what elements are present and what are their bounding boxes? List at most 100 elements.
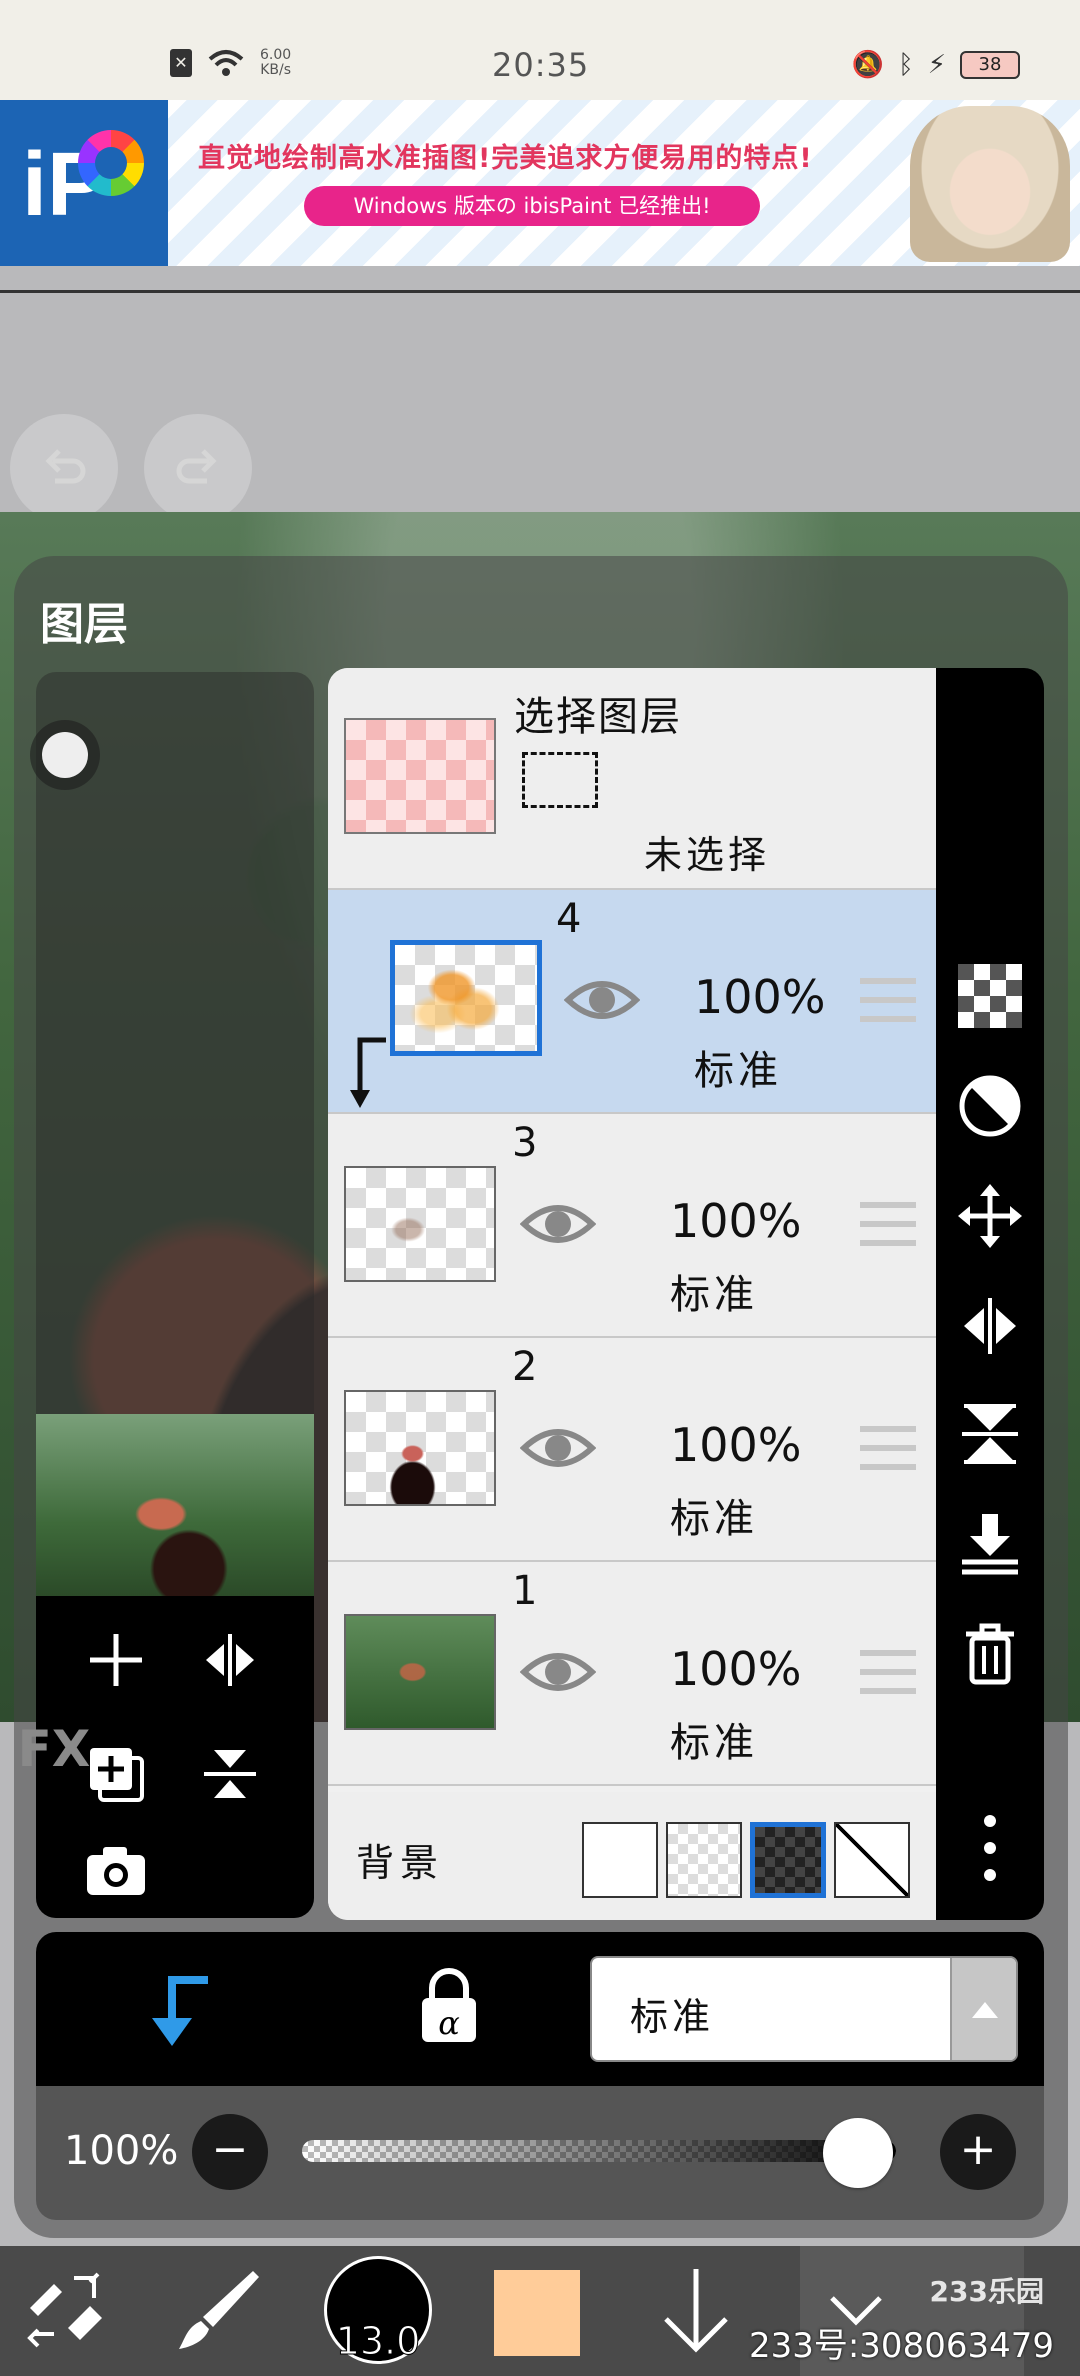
panel-toggle-button[interactable] <box>42 732 88 778</box>
arrow-down-icon <box>664 2269 728 2353</box>
more-icon <box>984 1815 996 1881</box>
visibility-eye-icon[interactable] <box>520 1186 596 1262</box>
brush-size-indicator[interactable]: 13.0 <box>324 2256 432 2364</box>
ad-banner[interactable]: iP 直觉地绘制高水准插图!完美追求方便易用的特点! Windows 版本の i… <box>0 100 1080 266</box>
bluetooth-icon: ᛒ <box>898 50 914 80</box>
banner-divider <box>0 290 1080 293</box>
redo-icon <box>176 449 217 484</box>
plus-icon <box>90 1634 142 1686</box>
merge-down-icon <box>962 1514 1018 1575</box>
canvas-preview-thumbnail[interactable] <box>36 1414 314 1596</box>
duplicate-icon <box>90 1748 144 1802</box>
merge-down-button[interactable] <box>950 1504 1030 1584</box>
status-right: 🔕 ᛒ ⚡ 38 <box>852 50 1020 80</box>
add-layer-button[interactable] <box>76 1620 156 1700</box>
selection-layer-thumbnail <box>344 718 496 834</box>
clipping-button[interactable] <box>144 1970 214 2050</box>
delete-layer-button[interactable] <box>950 1614 1030 1694</box>
layer-right-toolbar <box>936 668 1044 1920</box>
opacity-decrease-button[interactable]: − <box>192 2114 268 2190</box>
transparency-button[interactable] <box>950 956 1030 1036</box>
brush-tool-button[interactable] <box>168 2260 268 2360</box>
layer-thumbnail[interactable] <box>344 1614 496 1730</box>
svg-text:α: α <box>438 2004 460 2042</box>
charging-icon: ⚡ <box>927 50 946 80</box>
layer-number: 1 <box>512 1568 538 1614</box>
layer-row-3[interactable]: 3 100% 标准 <box>328 1114 936 1338</box>
camera-icon <box>87 1847 145 1895</box>
drag-handle-icon[interactable] <box>860 1426 916 1470</box>
flip-horizontal-icon <box>206 1634 254 1686</box>
checker-icon <box>958 964 1022 1028</box>
layer-thumbnail[interactable] <box>390 940 542 1056</box>
opacity-label: 100% <box>64 2128 179 2174</box>
layer-opacity: 100% <box>694 970 826 1024</box>
flip-layer-vertical-button[interactable] <box>190 1734 270 1814</box>
fx-button[interactable]: FX <box>14 1720 94 1778</box>
mute-icon: 🔕 <box>851 50 885 80</box>
invert-button[interactable] <box>950 1066 1030 1146</box>
flip-layer-horizontal-button[interactable] <box>190 1620 270 1700</box>
camera-import-button[interactable] <box>76 1830 156 1910</box>
layer-row-4[interactable]: 4 100% 标准 <box>328 890 936 1114</box>
background-none-option[interactable] <box>834 1822 910 1898</box>
brush-size-value: 13.0 <box>335 2319 421 2364</box>
move-icon <box>958 1184 1022 1248</box>
layer-number: 4 <box>556 896 582 942</box>
layer-blend-mode: 标准 <box>670 1720 758 1766</box>
drag-handle-icon[interactable] <box>860 978 916 1022</box>
dropdown-arrow[interactable] <box>950 1958 1016 2060</box>
blend-mode-select[interactable]: 标准 <box>590 1956 1018 2062</box>
layer-opacity: 100% <box>670 1418 802 1472</box>
pen-eraser-swap-icon <box>27 2272 102 2348</box>
opacity-slider-knob[interactable] <box>823 2118 893 2188</box>
selection-layer-row[interactable]: 选择图层 未选择 <box>328 668 936 890</box>
layer-opacity: 100% <box>670 1194 802 1248</box>
layer-down-button[interactable] <box>646 2260 746 2360</box>
background-label: 背景 <box>356 1841 445 1885</box>
drag-handle-icon[interactable] <box>860 1202 916 1246</box>
opacity-slider-track[interactable] <box>302 2140 896 2162</box>
selection-marquee-icon <box>522 752 598 808</box>
layer-list: 选择图层 未选择 4 100% 标准 3 100% 标准 2 100% 标准 1… <box>328 668 936 1920</box>
status-left: ✕ 6.00 KB/s <box>170 48 291 78</box>
flip-vertical-button[interactable] <box>950 1394 1030 1474</box>
panel-title: 图层 <box>40 599 128 650</box>
undo-icon <box>45 449 86 484</box>
opacity-slider-fill <box>302 2140 896 2162</box>
flip-horizontal-button[interactable] <box>950 1286 1030 1366</box>
clock: 20:35 <box>492 46 590 84</box>
alpha-lock-button[interactable]: α <box>416 1966 482 2046</box>
background-dark-checker-option[interactable] <box>750 1822 826 1898</box>
selection-status: 未选择 <box>644 833 771 877</box>
tool-swap-button[interactable] <box>16 2260 116 2360</box>
more-options-button[interactable] <box>950 1808 1030 1888</box>
move-button[interactable] <box>950 1176 1030 1256</box>
triangle-up-icon <box>972 2002 998 2018</box>
color-wheel-icon <box>78 130 144 196</box>
selection-layer-title: 选择图层 <box>514 694 682 740</box>
visibility-eye-icon[interactable] <box>520 1634 596 1710</box>
layer-row-2[interactable]: 2 100% 标准 <box>328 1338 936 1562</box>
current-color-swatch[interactable] <box>494 2270 580 2356</box>
background-row: 背景 <box>328 1792 936 1920</box>
drag-handle-icon[interactable] <box>860 1650 916 1694</box>
banner-character-illustration <box>910 106 1070 262</box>
background-transparent-option[interactable] <box>666 1822 742 1898</box>
visibility-eye-icon[interactable] <box>564 962 640 1038</box>
flip-vertical-icon <box>962 1404 1018 1464</box>
blend-mode-value: 标准 <box>630 1995 715 2039</box>
background-white-option[interactable] <box>582 1822 658 1898</box>
layer-blend-mode: 标准 <box>694 1048 782 1094</box>
layer-number: 2 <box>512 1344 538 1390</box>
sim-icon: ✕ <box>170 49 192 77</box>
layer-thumbnail[interactable] <box>344 1390 496 1506</box>
banner-windows-pill[interactable]: Windows 版本の ibisPaint 已经推出! <box>304 186 760 226</box>
undo-button[interactable] <box>10 414 118 522</box>
layer-opacity: 100% <box>670 1642 802 1696</box>
redo-button[interactable] <box>144 414 252 522</box>
visibility-eye-icon[interactable] <box>520 1410 596 1486</box>
layer-thumbnail[interactable] <box>344 1166 496 1282</box>
layer-row-1[interactable]: 1 100% 标准 <box>328 1562 936 1786</box>
opacity-increase-button[interactable]: + <box>940 2114 1016 2190</box>
